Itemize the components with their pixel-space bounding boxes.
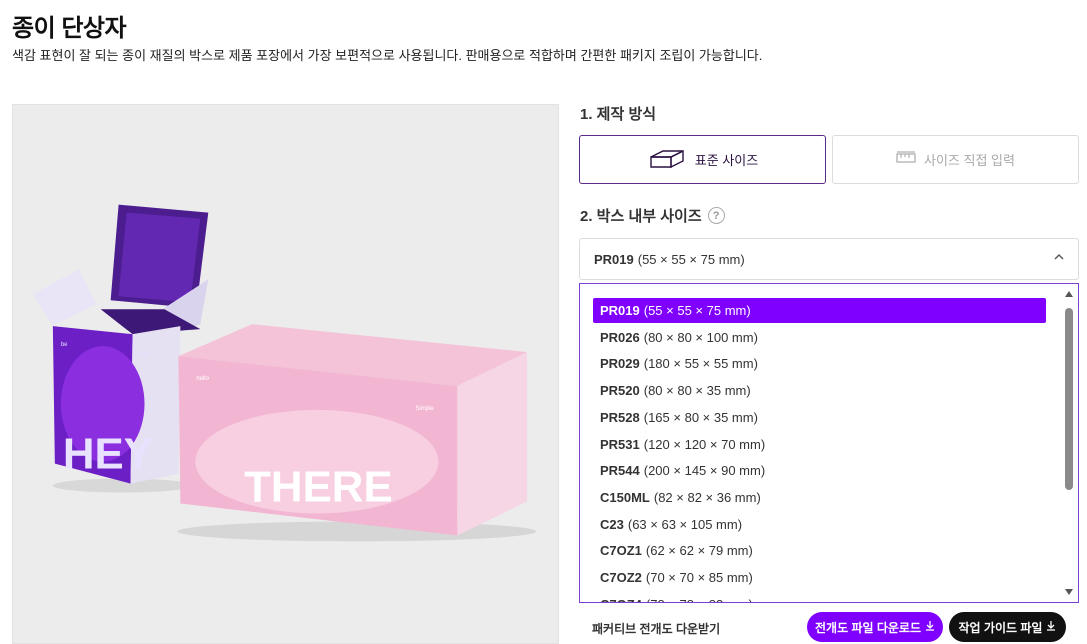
ruler-icon xyxy=(896,151,916,168)
box-icon xyxy=(647,147,687,172)
left-box-text: HEY xyxy=(63,430,153,479)
size-option-code: PR026 xyxy=(600,329,640,345)
size-option-dims: (180 × 55 × 55 mm) xyxy=(643,356,758,372)
download-bar: 패커티브 전개도 다운받기 전개도 파일 다운로드 작업 가이드 파일 xyxy=(579,606,1087,644)
download-icon xyxy=(1046,620,1056,634)
size-options-list[interactable]: PR019 (55 × 55 × 75 mm) PR026 (80 × 80 × 10… xyxy=(579,283,1079,603)
page-description: 색감 표현이 잘 되는 종이 재질의 박스로 제품 포장에서 가장 보편적으로 … xyxy=(12,48,763,63)
right-box-label-simple: Simple xyxy=(416,406,435,412)
selected-size-code: PR019 xyxy=(594,251,634,267)
size-option-dims: (78 × 78 × 83 mm) xyxy=(646,597,753,602)
size-option-code: PR520 xyxy=(600,383,640,399)
size-option-dims: (70 × 70 × 85 mm) xyxy=(645,570,753,585)
size-section-title: 2. 박스 내부 사이즈 ? xyxy=(580,205,725,226)
size-option-dims: (80 × 80 × 100 mm) xyxy=(643,329,758,345)
selected-size-dims: (55 × 55 × 75 mm) xyxy=(637,251,745,267)
guide-download-button[interactable]: 작업 가이드 파일 xyxy=(949,612,1066,642)
standard-size-button[interactable]: 표준 사이즈 xyxy=(579,135,826,184)
left-box-label-clear: Clear xyxy=(135,352,149,358)
product-image: HEY Clear be THERE hello Simple xyxy=(12,104,559,644)
size-option[interactable]: PR531 (120 × 120 × 70 mm) xyxy=(593,432,1046,457)
size-option-dims: (80 × 80 × 35 mm) xyxy=(643,383,751,399)
size-option-dims: (62 × 62 × 79 mm) xyxy=(645,543,753,559)
left-box-label-be-text: be xyxy=(61,342,68,348)
size-option[interactable]: C23 (63 × 63 × 105 mm) xyxy=(593,512,1046,537)
right-box-text: THERE xyxy=(244,463,393,512)
help-icon[interactable]: ? xyxy=(707,207,725,224)
chevron-up-icon xyxy=(1054,251,1064,265)
size-option-code: PR029 xyxy=(600,356,640,372)
size-option-dims: (120 × 120 × 70 mm) xyxy=(643,436,766,452)
size-option-code: C150ML xyxy=(600,489,650,505)
size-option-dims: (165 × 80 × 35 mm) xyxy=(643,409,758,425)
size-option-code: C7OZ2 xyxy=(600,570,642,585)
custom-size-label: 사이즈 직접 입력 xyxy=(924,153,1015,168)
scrollbar-thumb[interactable] xyxy=(1065,308,1073,490)
right-box-label-hello: hello xyxy=(196,376,209,382)
scroll-up-icon[interactable] xyxy=(1063,288,1075,300)
size-option[interactable]: PR520 (80 × 80 × 35 mm) xyxy=(593,378,1046,403)
size-option-code: C7OZ4 xyxy=(600,597,642,602)
page-title: 종이 단상자 xyxy=(12,15,127,42)
custom-size-button[interactable]: 사이즈 직접 입력 xyxy=(832,135,1079,184)
scroll-down-icon[interactable] xyxy=(1063,586,1075,598)
guide-download-label: 작업 가이드 파일 xyxy=(958,620,1043,635)
size-option-code: PR544 xyxy=(600,463,640,479)
size-option[interactable]: PR029 (180 × 55 × 55 mm) xyxy=(593,351,1046,376)
scrollbar[interactable] xyxy=(1063,288,1075,598)
size-option-dims: (200 × 145 × 90 mm) xyxy=(643,463,766,479)
size-option[interactable]: PR544 (200 × 145 × 90 mm) xyxy=(593,458,1046,483)
size-option-code: C23 xyxy=(600,516,624,532)
size-select[interactable]: PR019 (55 × 55 × 75 mm) xyxy=(579,238,1079,280)
method-section-title: 1. 제작 방식 xyxy=(580,103,656,124)
size-option-dims: (55 × 55 × 75 mm) xyxy=(643,303,751,318)
size-option[interactable]: PR019 (55 × 55 × 75 mm) xyxy=(593,298,1046,323)
size-option-code: PR531 xyxy=(600,436,640,452)
size-option-code: PR528 xyxy=(600,409,640,425)
size-option-dims: (82 × 82 × 36 mm) xyxy=(653,489,761,505)
template-download-label: 전개도 파일 다운로드 xyxy=(814,620,922,635)
size-option[interactable]: C7OZ1 (62 × 62 × 79 mm) xyxy=(593,538,1046,563)
size-option-dims: (63 × 63 × 105 mm) xyxy=(627,516,743,532)
size-option[interactable]: C7OZ4 (78 × 78 × 83 mm) xyxy=(593,592,1046,602)
size-option[interactable]: PR528 (165 × 80 × 35 mm) xyxy=(593,405,1046,430)
size-option[interactable]: C150ML (82 × 82 × 36 mm) xyxy=(593,485,1046,510)
standard-size-label: 표준 사이즈 xyxy=(694,153,759,168)
template-download-button[interactable]: 전개도 파일 다운로드 xyxy=(807,612,943,642)
method-title: 1. 제작 방식 xyxy=(580,106,657,123)
download-icon xyxy=(925,620,935,634)
size-option[interactable]: C7OZ2 (70 × 70 × 85 mm) xyxy=(593,565,1046,590)
size-title: 2. 박스 내부 사이즈 xyxy=(580,208,702,225)
size-option[interactable]: PR026 (80 × 80 × 100 mm) xyxy=(593,325,1046,350)
size-option-code: PR019 xyxy=(600,303,640,318)
size-option-code: C7OZ1 xyxy=(600,543,642,559)
download-label: 패커티브 전개도 다운받기 xyxy=(592,622,721,636)
